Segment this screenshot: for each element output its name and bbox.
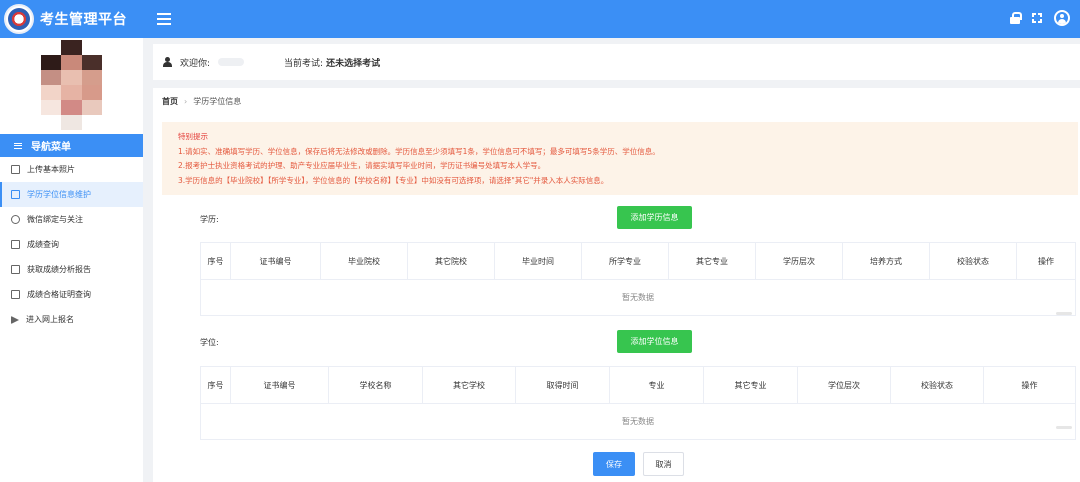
notice-title: 特别提示 bbox=[178, 132, 208, 141]
wechat-icon bbox=[11, 215, 20, 224]
column-header: 序号 bbox=[201, 243, 231, 279]
sidebar-item-label: 微信绑定与关注 bbox=[27, 215, 83, 224]
user-avatar-icon[interactable] bbox=[1054, 10, 1070, 26]
report-icon bbox=[11, 265, 20, 274]
breadcrumb-current: 学历学位信息 bbox=[193, 97, 242, 106]
notice-line: 3.学历信息的【毕业院校】【所学专业】，学位信息的【学校名称】【专业】中如没有可… bbox=[178, 175, 609, 185]
breadcrumb-home[interactable]: 首页 bbox=[162, 96, 178, 107]
column-header: 操作 bbox=[1021, 380, 1038, 390]
welcome-bar: 欢迎你: 当前考试: 还未选择考试 bbox=[153, 44, 1080, 80]
profile-photo bbox=[40, 40, 103, 130]
send-icon bbox=[11, 315, 19, 324]
notice-line: 2.报考护士执业资格考试的护理、助产专业应届毕业生，请据实填写毕业时间，学历证书… bbox=[178, 161, 546, 170]
column-header: 学历层次 bbox=[756, 243, 843, 279]
degree-label: 学位: bbox=[200, 338, 219, 347]
table-scrollbar[interactable] bbox=[1056, 426, 1072, 429]
sidebar-item-certificate-query[interactable]: 成绩合格证明查询 bbox=[0, 282, 143, 307]
sidebar-item-online-registration[interactable]: 进入网上报名 bbox=[0, 307, 143, 332]
column-header: 毕业院校 bbox=[321, 243, 408, 279]
document-icon bbox=[11, 240, 20, 249]
lock-icon[interactable] bbox=[1010, 12, 1022, 24]
person-icon bbox=[163, 57, 172, 67]
add-education-button[interactable]: 添加学历信息 bbox=[617, 206, 692, 229]
table-scrollbar[interactable] bbox=[1056, 312, 1072, 315]
top-bar: 考生管理平台 bbox=[0, 0, 1080, 38]
book-icon bbox=[11, 190, 20, 199]
column-header: 取得时间 bbox=[516, 367, 610, 403]
app-title: 考生管理平台 bbox=[40, 12, 127, 28]
brand: 考生管理平台 bbox=[0, 0, 143, 38]
column-header: 学校名称 bbox=[329, 367, 423, 403]
empty-state: 暂无数据 bbox=[622, 293, 654, 302]
column-header: 毕业时间 bbox=[495, 243, 582, 279]
top-icons bbox=[1010, 10, 1070, 26]
sidebar-item-label: 获取成绩分析报告 bbox=[27, 265, 91, 274]
welcome-greeting: 欢迎你: bbox=[180, 58, 211, 69]
column-header: 操作 bbox=[1038, 256, 1054, 266]
user-name-redacted bbox=[218, 58, 245, 66]
current-exam-value: 还未选择考试 bbox=[326, 58, 381, 69]
column-header: 专业 bbox=[610, 367, 704, 403]
column-header: 其它专业 bbox=[704, 367, 798, 403]
main-content: 首页 › 学历学位信息 特别提示 1.请如实、准确填写学历、学位信息，保存后将无… bbox=[153, 88, 1080, 482]
breadcrumb: 首页 › 学历学位信息 bbox=[162, 96, 241, 107]
fullscreen-icon[interactable] bbox=[1032, 13, 1042, 23]
column-header: 其它学校 bbox=[423, 367, 516, 403]
column-header: 序号 bbox=[201, 367, 231, 403]
column-header: 证书编号 bbox=[231, 243, 321, 279]
sidebar-item-wechat[interactable]: 微信绑定与关注 bbox=[0, 207, 143, 232]
education-table: 序号 证书编号 毕业院校 其它院校 毕业时间 所学专业 其它专业 学历层次 培养… bbox=[200, 242, 1076, 316]
education-label: 学历: bbox=[200, 215, 219, 224]
menu-icon[interactable] bbox=[157, 13, 171, 25]
table-header: 序号 证书编号 学校名称 其它学校 取得时间 专业 其它专业 学位层次 校验状态… bbox=[201, 367, 1075, 404]
sidebar-item-score-report[interactable]: 获取成绩分析报告 bbox=[0, 257, 143, 282]
nav-menu-header: 导航菜单 bbox=[0, 134, 143, 157]
sidebar-item-education-degree[interactable]: 学历学位信息维护 bbox=[0, 182, 143, 207]
special-notice: 特别提示 1.请如实、准确填写学历、学位信息，保存后将无法修改或删除。学历信息至… bbox=[162, 122, 1078, 195]
cancel-button[interactable]: 取消 bbox=[643, 452, 684, 476]
sidebar: 导航菜单 上传基本照片 学历学位信息维护 微信绑定与关注 成绩查询 获取成绩分析… bbox=[0, 38, 143, 482]
breadcrumb-separator: › bbox=[184, 97, 188, 106]
column-header: 其它院校 bbox=[408, 243, 495, 279]
degree-table: 序号 证书编号 学校名称 其它学校 取得时间 专业 其它专业 学位层次 校验状态… bbox=[200, 366, 1076, 440]
empty-state: 暂无数据 bbox=[622, 417, 654, 426]
sidebar-item-score-query[interactable]: 成绩查询 bbox=[0, 232, 143, 257]
sidebar-item-label: 学历学位信息维护 bbox=[27, 190, 91, 199]
sidebar-item-label: 上传基本照片 bbox=[27, 165, 75, 174]
column-header: 其它专业 bbox=[669, 243, 756, 279]
column-header: 校验状态 bbox=[891, 367, 984, 403]
menu-list-icon bbox=[14, 142, 22, 149]
column-header: 培养方式 bbox=[843, 243, 930, 279]
column-header: 学位层次 bbox=[798, 367, 891, 403]
sidebar-item-label: 进入网上报名 bbox=[26, 315, 74, 324]
sidebar-item-upload-photo[interactable]: 上传基本照片 bbox=[0, 157, 143, 182]
sidebar-item-label: 成绩查询 bbox=[27, 240, 59, 249]
sidebar-item-label: 成绩合格证明查询 bbox=[27, 290, 91, 299]
add-degree-button[interactable]: 添加学位信息 bbox=[617, 330, 692, 353]
notice-line: 1.请如实、准确填写学历、学位信息，保存后将无法修改或删除。学历信息至少须填写1… bbox=[178, 146, 660, 156]
table-header: 序号 证书编号 毕业院校 其它院校 毕业时间 所学专业 其它专业 学历层次 培养… bbox=[201, 243, 1075, 280]
column-header: 证书编号 bbox=[231, 367, 329, 403]
save-button[interactable]: 保存 bbox=[593, 452, 635, 476]
column-header: 校验状态 bbox=[930, 243, 1017, 279]
nav-header-label: 导航菜单 bbox=[31, 142, 71, 153]
app-logo bbox=[4, 4, 34, 34]
image-icon bbox=[11, 165, 20, 174]
certificate-icon bbox=[11, 290, 20, 299]
column-header: 所学专业 bbox=[582, 243, 669, 279]
profile-photo-area bbox=[0, 38, 143, 132]
current-exam-label: 当前考试: bbox=[284, 58, 324, 69]
